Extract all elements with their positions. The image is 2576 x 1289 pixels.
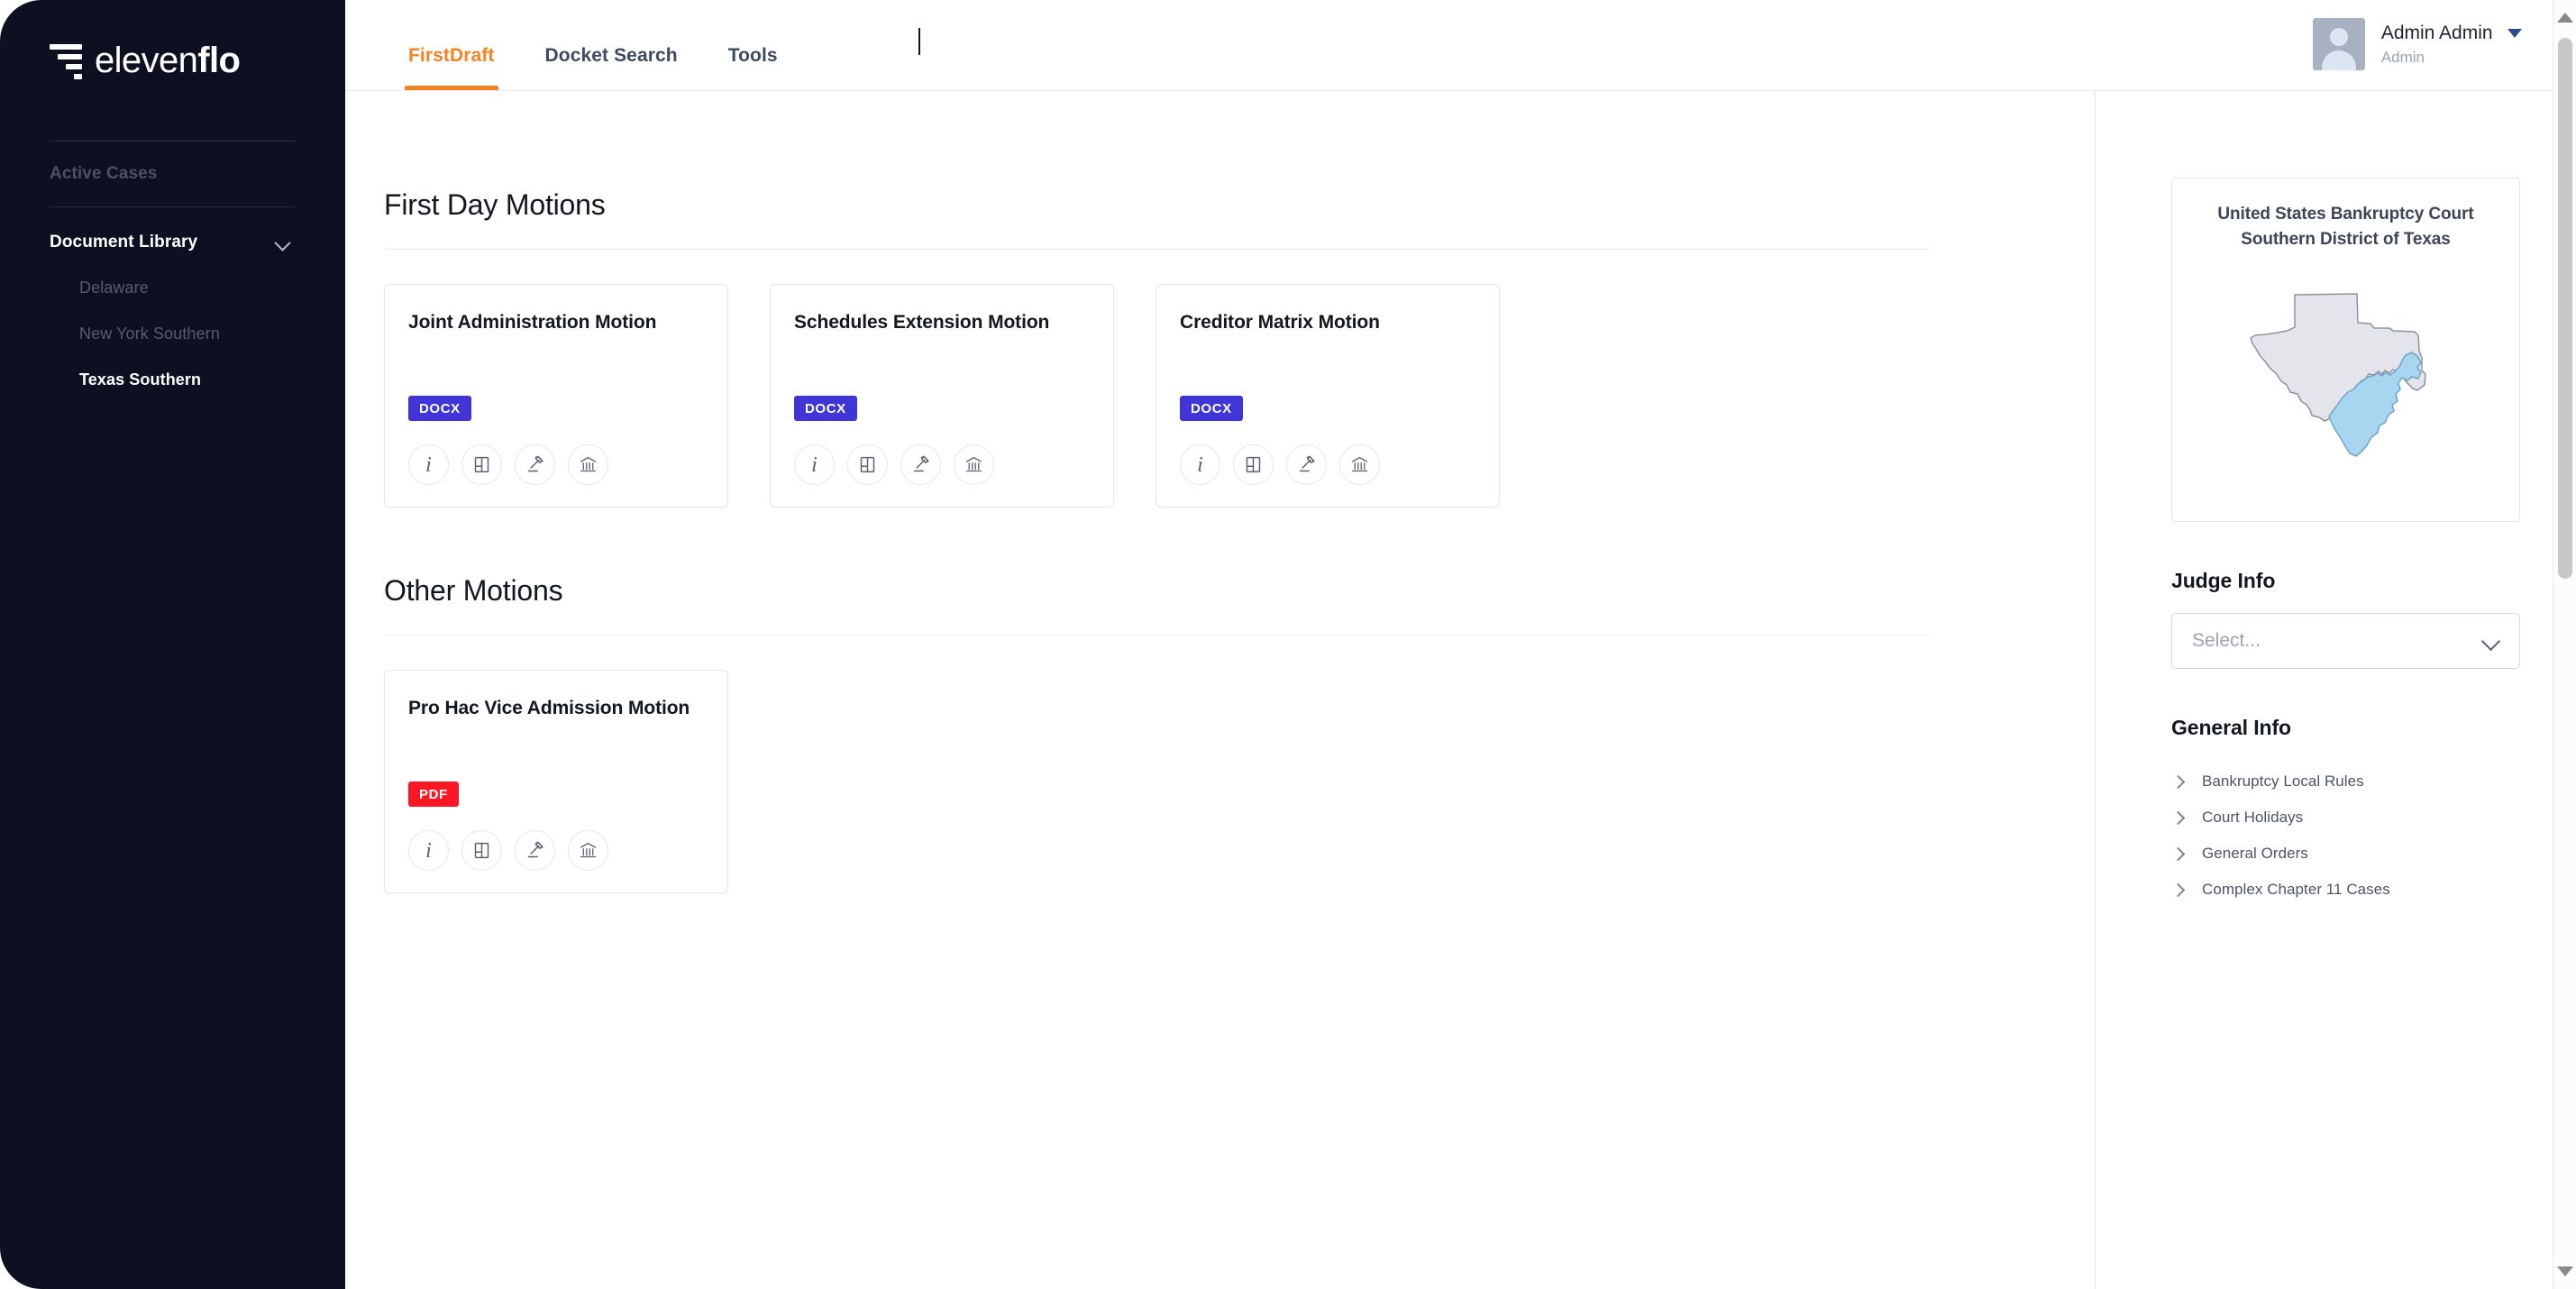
- document-card[interactable]: Creditor Matrix Motion DOCX i: [1156, 284, 1500, 507]
- courthouse-icon[interactable]: [568, 830, 608, 871]
- card-actions: i: [408, 830, 704, 871]
- general-info-links: Bankruptcy Local Rules Court Holidays Ge…: [2171, 763, 2520, 908]
- court-name-line2: Southern District of Texas: [2241, 229, 2451, 249]
- texas-district-map: [2192, 277, 2499, 498]
- right-panel: United States Bankruptcy Court Southern …: [2096, 91, 2576, 1289]
- gavel-icon[interactable]: [515, 830, 555, 871]
- format-badge: DOCX: [408, 396, 471, 421]
- brand-name: elevenflo: [95, 41, 241, 80]
- card-actions: i: [1180, 444, 1475, 485]
- top-bar: FirstDraft Docket Search Tools Admin Adm…: [345, 0, 2576, 91]
- scroll-up-arrow-icon[interactable]: [2556, 13, 2573, 23]
- book-icon[interactable]: [461, 444, 502, 485]
- chevron-right-icon: [2171, 846, 2186, 861]
- sidebar-item-texas-southern[interactable]: Texas Southern: [0, 357, 345, 403]
- chevron-right-icon: [2171, 882, 2186, 897]
- tab-docket-search[interactable]: Docket Search: [520, 45, 703, 90]
- chevron-right-icon: [2171, 810, 2186, 825]
- info-icon[interactable]: i: [1180, 444, 1220, 485]
- tab-firstdraft[interactable]: FirstDraft: [383, 45, 520, 90]
- courthouse-icon[interactable]: [1339, 444, 1380, 485]
- courthouse-icon[interactable]: [568, 444, 608, 485]
- gavel-icon[interactable]: [1286, 444, 1327, 485]
- text-cursor: [918, 28, 920, 55]
- primary-tabs: FirstDraft Docket Search Tools: [383, 0, 803, 90]
- section-title-other-motions: Other Motions: [384, 574, 563, 607]
- link-label: Bankruptcy Local Rules: [2202, 772, 2364, 791]
- texas-map-svg: [2249, 292, 2426, 457]
- format-badge: PDF: [408, 782, 459, 807]
- book-icon[interactable]: [1233, 444, 1274, 485]
- courthouse-icon[interactable]: [954, 444, 994, 485]
- link-bankruptcy-local-rules[interactable]: Bankruptcy Local Rules: [2171, 763, 2520, 800]
- link-complex-chapter-11-cases[interactable]: Complex Chapter 11 Cases: [2171, 872, 2520, 908]
- tab-tools[interactable]: Tools: [703, 45, 803, 90]
- document-title: Schedules Extension Motion: [794, 312, 1050, 333]
- document-card[interactable]: Schedules Extension Motion DOCX i: [770, 284, 1114, 507]
- other-motions-cards: Pro Hac Vice Admission Motion PDF i: [384, 670, 2041, 893]
- document-library-label: Document Library: [50, 233, 198, 251]
- user-role: Admin: [2380, 49, 2425, 66]
- document-title: Creditor Matrix Motion: [1180, 312, 1380, 333]
- main-column: FirstDraft Docket Search Tools Admin Adm…: [345, 0, 2576, 1289]
- document-title: Joint Administration Motion: [408, 312, 657, 333]
- sidebar-item-delaware[interactable]: Delaware: [0, 265, 345, 311]
- document-title: Pro Hac Vice Admission Motion: [408, 698, 690, 718]
- gavel-icon[interactable]: [515, 444, 555, 485]
- chevron-down-icon[interactable]: [275, 234, 291, 251]
- user-name: Admin Admin: [2380, 22, 2493, 43]
- info-icon[interactable]: i: [408, 830, 449, 871]
- link-general-orders[interactable]: General Orders: [2171, 836, 2520, 872]
- brand-name-light: eleven: [95, 41, 198, 80]
- court-name: United States Bankruptcy Court Southern …: [2192, 202, 2499, 251]
- card-actions: i: [794, 444, 1090, 485]
- user-menu[interactable]: Admin Admin Admin: [2312, 18, 2522, 90]
- section-title-first-day-motions: First Day Motions: [384, 188, 606, 221]
- section-rule: [384, 249, 1930, 250]
- sidebar-section-active-cases[interactable]: Active Cases: [0, 142, 345, 206]
- user-avatar-icon: [2312, 18, 2365, 70]
- judge-select-value: Select...: [2192, 630, 2261, 652]
- sidebar-item-document-library[interactable]: Document Library: [0, 207, 345, 265]
- chevron-down-icon[interactable]: [2481, 631, 2501, 651]
- link-court-holidays[interactable]: Court Holidays: [2171, 800, 2520, 836]
- judge-info-heading: Judge Info: [2171, 569, 2276, 593]
- first-day-motions-cards: Joint Administration Motion DOCX i Sched…: [384, 284, 2041, 507]
- app-root: elevenflo Active Cases Document Library …: [0, 0, 2576, 1289]
- content-area: First Day Motions Joint Administration M…: [345, 91, 2576, 1289]
- info-icon[interactable]: i: [794, 444, 835, 485]
- left-sidebar: elevenflo Active Cases Document Library …: [0, 0, 345, 1289]
- brand-logo[interactable]: elevenflo: [0, 0, 345, 90]
- brand-name-bold: flo: [197, 41, 241, 80]
- scroll-down-arrow-icon[interactable]: [2556, 1266, 2573, 1276]
- chevron-right-icon: [2171, 774, 2186, 789]
- link-label: General Orders: [2202, 845, 2308, 863]
- sidebar-item-new-york-southern[interactable]: New York Southern: [0, 311, 345, 357]
- document-card[interactable]: Pro Hac Vice Admission Motion PDF i: [384, 670, 728, 893]
- scrollbar-thumb[interactable]: [2558, 38, 2572, 579]
- page-scrollbar[interactable]: [2553, 0, 2576, 1289]
- link-label: Court Holidays: [2202, 809, 2304, 827]
- format-badge: DOCX: [1180, 396, 1243, 421]
- court-info-card: United States Bankruptcy Court Southern …: [2171, 178, 2520, 523]
- general-info-heading: General Info: [2171, 716, 2291, 740]
- book-icon[interactable]: [847, 444, 888, 485]
- user-meta: Admin Admin Admin: [2381, 22, 2522, 68]
- link-label: Complex Chapter 11 Cases: [2202, 881, 2390, 899]
- court-name-line1: United States Bankruptcy Court: [2217, 205, 2474, 224]
- funnel-bars-icon: [50, 42, 82, 79]
- document-card[interactable]: Joint Administration Motion DOCX i: [384, 284, 728, 507]
- caret-down-icon[interactable]: [2507, 28, 2522, 38]
- gavel-icon[interactable]: [900, 444, 941, 485]
- card-actions: i: [408, 444, 704, 485]
- info-icon[interactable]: i: [408, 444, 449, 485]
- judge-select[interactable]: Select...: [2171, 613, 2520, 670]
- format-badge: DOCX: [794, 396, 857, 421]
- book-icon[interactable]: [461, 830, 502, 871]
